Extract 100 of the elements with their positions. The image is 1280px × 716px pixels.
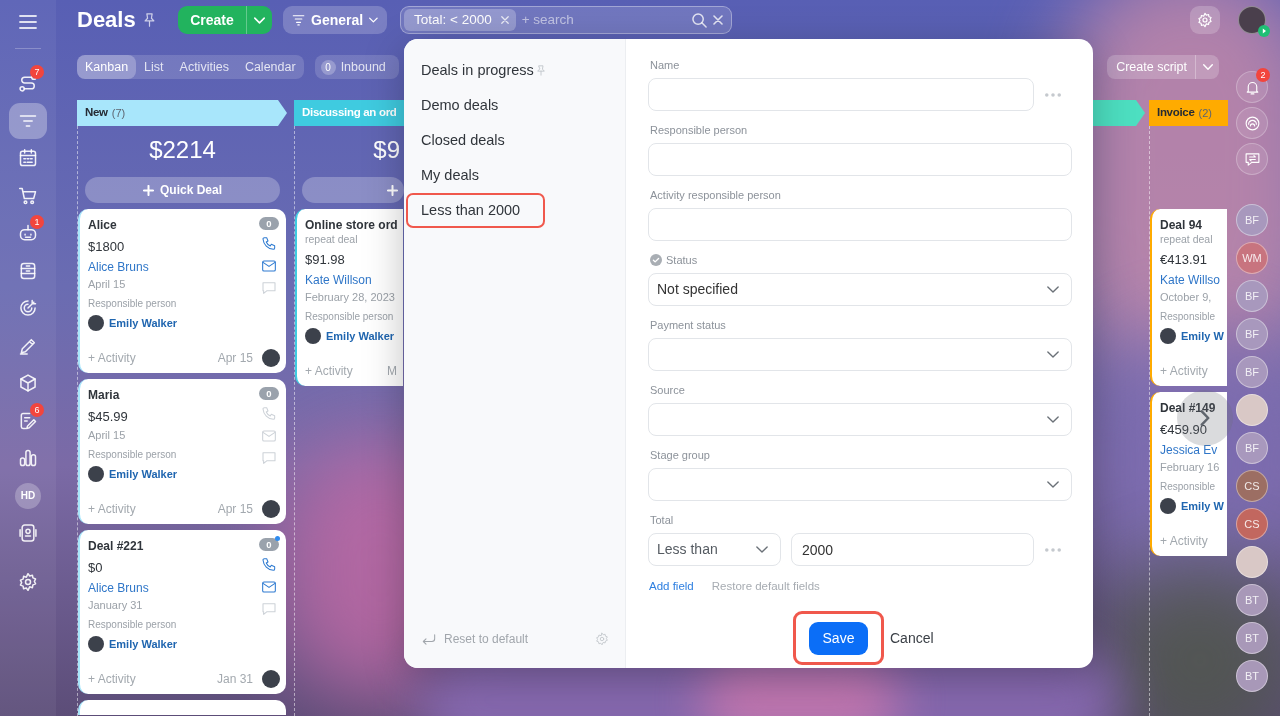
dropdown-field[interactable] bbox=[648, 403, 1072, 436]
sidebar-item[interactable]: HD bbox=[15, 482, 41, 509]
user-avatar bbox=[1160, 498, 1176, 514]
reset-button[interactable]: Reset to default bbox=[422, 630, 529, 648]
script-dropdown-button[interactable] bbox=[1195, 55, 1219, 79]
text-field[interactable] bbox=[648, 143, 1072, 176]
responsible-name[interactable]: Emily Walker bbox=[326, 328, 395, 344]
return-arrow-icon bbox=[422, 632, 436, 646]
phone-icon[interactable] bbox=[261, 557, 277, 573]
deal-amount: €459.90 bbox=[1160, 421, 1207, 439]
deal-card[interactable]: Deal #149 €459.90 Jessica Ev February 16 Responsible Emily W + Activity bbox=[1150, 392, 1227, 556]
add-activity-link[interactable]: + Activity bbox=[88, 500, 136, 518]
deal-date: February 28, 2023 bbox=[305, 290, 395, 304]
phone-icon[interactable] bbox=[261, 236, 277, 252]
rail-button[interactable] bbox=[1236, 143, 1268, 175]
dropdown-field[interactable]: Less than bbox=[648, 533, 781, 566]
responsible-name[interactable]: Emily Walker bbox=[109, 466, 178, 482]
preset-item[interactable]: Deals in progress bbox=[406, 53, 560, 88]
field-label: Responsible person bbox=[650, 123, 748, 137]
field-label: Payment status bbox=[650, 318, 726, 332]
text-field[interactable]: 2000 bbox=[791, 533, 1034, 566]
settings-button[interactable] bbox=[1190, 6, 1220, 34]
deal-card[interactable]: Maria $45.99 April 15 Responsible person Emily Walker 0 + Activity Apr 15 bbox=[78, 379, 286, 524]
text-field[interactable] bbox=[648, 78, 1034, 111]
deal-card[interactable]: Alice $1800 Alice Bruns April 15 Responsible person Emily Walker 0 + Activity Apr 15 bbox=[78, 209, 286, 373]
deal-card[interactable]: Online store ord repeat deal $91.98 Kate Willson February 28, 2023 Responsible person Emily Walker + Activity M bbox=[295, 209, 403, 386]
column-title: New bbox=[85, 105, 108, 121]
deal-card[interactable]: Deal 94 repeat deal €413.91 Kate Willso October 9, Responsible Emily W + Activity bbox=[1150, 209, 1227, 386]
search-icon[interactable] bbox=[692, 12, 707, 28]
dropdown-field[interactable] bbox=[648, 468, 1072, 501]
rail-button[interactable]: 2 bbox=[1236, 71, 1268, 103]
pin-button[interactable] bbox=[143, 13, 155, 27]
deal-title[interactable]: Alice bbox=[88, 217, 117, 233]
responsible-name[interactable]: Emily W bbox=[1181, 328, 1224, 344]
create-script-button[interactable]: Create script bbox=[1107, 55, 1195, 79]
preset-item[interactable]: Demo deals bbox=[406, 88, 545, 123]
column-count: (7) bbox=[111, 105, 126, 121]
contact-link[interactable]: Alice Bruns bbox=[88, 580, 149, 596]
view-tab[interactable]: Calendar bbox=[236, 55, 304, 79]
view-tab[interactable]: Kanban bbox=[77, 55, 137, 79]
create-dropdown-button[interactable] bbox=[246, 6, 272, 34]
column-count: (2) bbox=[1198, 105, 1212, 121]
deal-card[interactable]: Deal #221 $0 Alice Bruns January 31 Responsible person Emily Walker 0 + Activity Jan 31 bbox=[78, 530, 286, 694]
deal-title[interactable]: Maria bbox=[88, 387, 120, 403]
due-date: Apr 15 bbox=[217, 350, 253, 367]
view-tab[interactable]: List bbox=[136, 55, 172, 79]
view-tab[interactable]: Activities bbox=[171, 55, 237, 79]
rail-button[interactable] bbox=[1236, 107, 1268, 139]
dropdown-field[interactable]: Not specified bbox=[648, 273, 1072, 306]
quick-deal-button[interactable]: Quick Deal bbox=[85, 177, 280, 203]
restore-fields-link[interactable]: Restore default fields bbox=[711, 578, 820, 596]
preset-item[interactable]: Closed deals bbox=[406, 123, 545, 158]
deal-title[interactable]: Deal 94 bbox=[1160, 217, 1203, 233]
create-button[interactable]: Create bbox=[178, 6, 246, 34]
responsible-name[interactable]: Emily W bbox=[1181, 498, 1224, 514]
search-field[interactable]: Total: < 2000 + search bbox=[400, 6, 732, 34]
text-field[interactable] bbox=[648, 208, 1072, 241]
close-icon[interactable] bbox=[500, 16, 509, 24]
add-activity-link[interactable]: + Activity bbox=[1160, 532, 1208, 550]
add-activity-link[interactable]: + Activity bbox=[88, 349, 136, 367]
play-badge-icon bbox=[1258, 25, 1270, 37]
deal-amount: $1800 bbox=[88, 238, 125, 256]
add-activity-link[interactable]: + Activity bbox=[1160, 362, 1208, 380]
cancel-button[interactable]: Cancel bbox=[890, 627, 934, 649]
quick-deal-button[interactable] bbox=[302, 177, 404, 203]
deal-subtitle: repeat deal bbox=[1160, 233, 1213, 246]
field-label: Stage group bbox=[650, 448, 710, 462]
deal-amount: $91.98 bbox=[305, 251, 345, 269]
user-avatar bbox=[88, 466, 104, 482]
contact-link[interactable]: Jessica Ev bbox=[1160, 442, 1218, 458]
inbound-button[interactable]: 0 Inbound bbox=[314, 55, 399, 79]
add-field-link[interactable]: Add field bbox=[649, 578, 694, 596]
field-label: Source bbox=[650, 383, 685, 397]
preset-item[interactable]: Less than 2000 bbox=[406, 193, 545, 228]
mail-icon[interactable] bbox=[261, 258, 277, 274]
contact-link[interactable]: Kate Willson bbox=[305, 272, 372, 288]
responsible-name[interactable]: Emily Walker bbox=[109, 636, 178, 652]
filter-chip[interactable]: Total: < 2000 bbox=[404, 9, 516, 31]
close-icon[interactable] bbox=[713, 15, 723, 25]
deal-title[interactable]: Deal #149 bbox=[1160, 400, 1216, 416]
sidebar-item[interactable] bbox=[9, 102, 47, 139]
add-activity-link[interactable]: + Activity bbox=[305, 362, 353, 380]
contact-link[interactable]: Alice Bruns bbox=[88, 259, 149, 275]
category-button[interactable]: General bbox=[283, 6, 387, 34]
save-button[interactable]: Save bbox=[809, 621, 868, 655]
user-avatar bbox=[262, 670, 280, 688]
deal-amount: $0 bbox=[88, 559, 103, 577]
chevron-down-icon bbox=[1047, 286, 1059, 293]
user-avatar bbox=[305, 328, 321, 344]
deal-title[interactable]: Online store ord bbox=[305, 217, 398, 233]
deal-title[interactable]: Deal #221 bbox=[88, 538, 144, 554]
target-icon bbox=[18, 298, 38, 318]
preset-item[interactable]: My deals bbox=[406, 158, 545, 193]
add-activity-link[interactable]: + Activity bbox=[88, 670, 136, 688]
responsible-name[interactable]: Emily Walker bbox=[109, 315, 178, 331]
mail-icon[interactable] bbox=[261, 579, 277, 595]
field-caption: Responsible person bbox=[305, 311, 394, 323]
deal-subtitle: repeat deal bbox=[305, 233, 358, 246]
contact-link[interactable]: Kate Willso bbox=[1160, 272, 1221, 288]
dropdown-field[interactable] bbox=[648, 338, 1072, 371]
